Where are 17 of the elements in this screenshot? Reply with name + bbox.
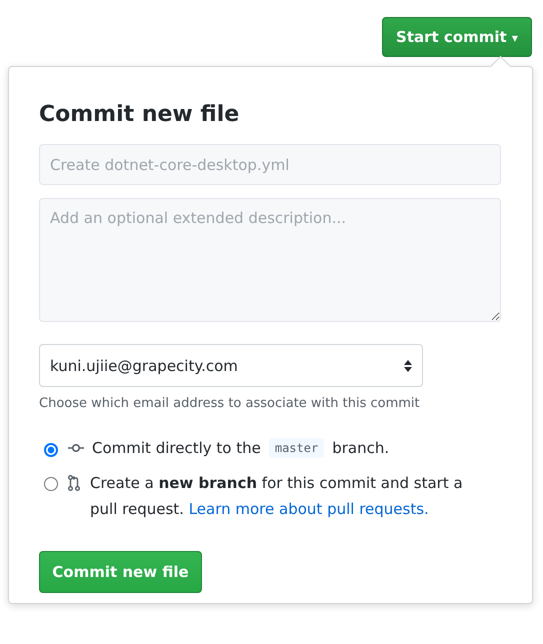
select-arrows-icon xyxy=(404,360,412,372)
learn-more-link[interactable]: Learn more about pull requests. xyxy=(188,500,429,518)
option-text: branch. xyxy=(332,439,390,457)
commit-icon xyxy=(68,443,84,453)
commit-button[interactable]: Commit new file xyxy=(39,551,202,593)
popover-title: Commit new file xyxy=(39,102,240,127)
description-field[interactable]: Add an optional extended description... xyxy=(39,198,501,322)
pull-request-icon xyxy=(68,475,80,491)
radio-button[interactable] xyxy=(44,443,58,457)
option-text: Create a new branch for this commit and start a pull request. Learn more about pull requests. xyxy=(90,473,464,520)
start-commit-button[interactable]: Start commit ▾ xyxy=(382,17,532,57)
summary-field[interactable]: Create dotnet-core-desktop.yml xyxy=(39,144,501,185)
radio-button[interactable] xyxy=(44,477,58,491)
email-hint: Choose which email address to associate with this commit xyxy=(39,396,421,411)
email-select[interactable]: kuni.ujiie@grapecity.com xyxy=(39,344,423,387)
branch-name: master xyxy=(268,438,324,458)
option-text: Commit directly to the xyxy=(92,439,261,457)
